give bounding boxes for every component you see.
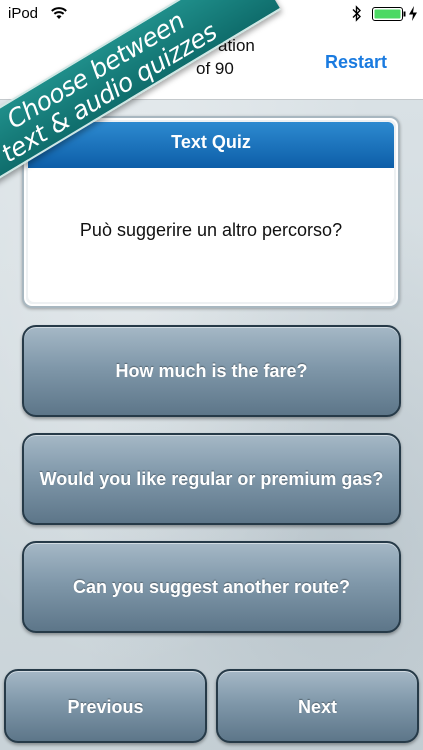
restart-button[interactable]: Restart (325, 52, 387, 73)
charging-icon (409, 6, 417, 21)
wifi-icon (51, 7, 67, 19)
previous-button[interactable]: Previous (4, 669, 207, 743)
nav-progress: of 90 (196, 59, 234, 78)
quiz-question: Può suggerire un altro percorso? (28, 168, 394, 302)
battery-icon (372, 7, 406, 21)
quiz-type-header: Text Quiz (28, 122, 394, 168)
answer-button-3[interactable]: Can you suggest another route? (22, 541, 401, 633)
answer-button-1[interactable]: How much is the fare? (22, 325, 401, 417)
bluetooth-icon (352, 5, 361, 22)
quiz-card: Text Quiz Può suggerire un altro percors… (22, 116, 400, 308)
answer-button-2[interactable]: Would you like regular or premium gas? (22, 433, 401, 525)
device-name: iPod (8, 5, 39, 22)
next-button[interactable]: Next (216, 669, 419, 743)
